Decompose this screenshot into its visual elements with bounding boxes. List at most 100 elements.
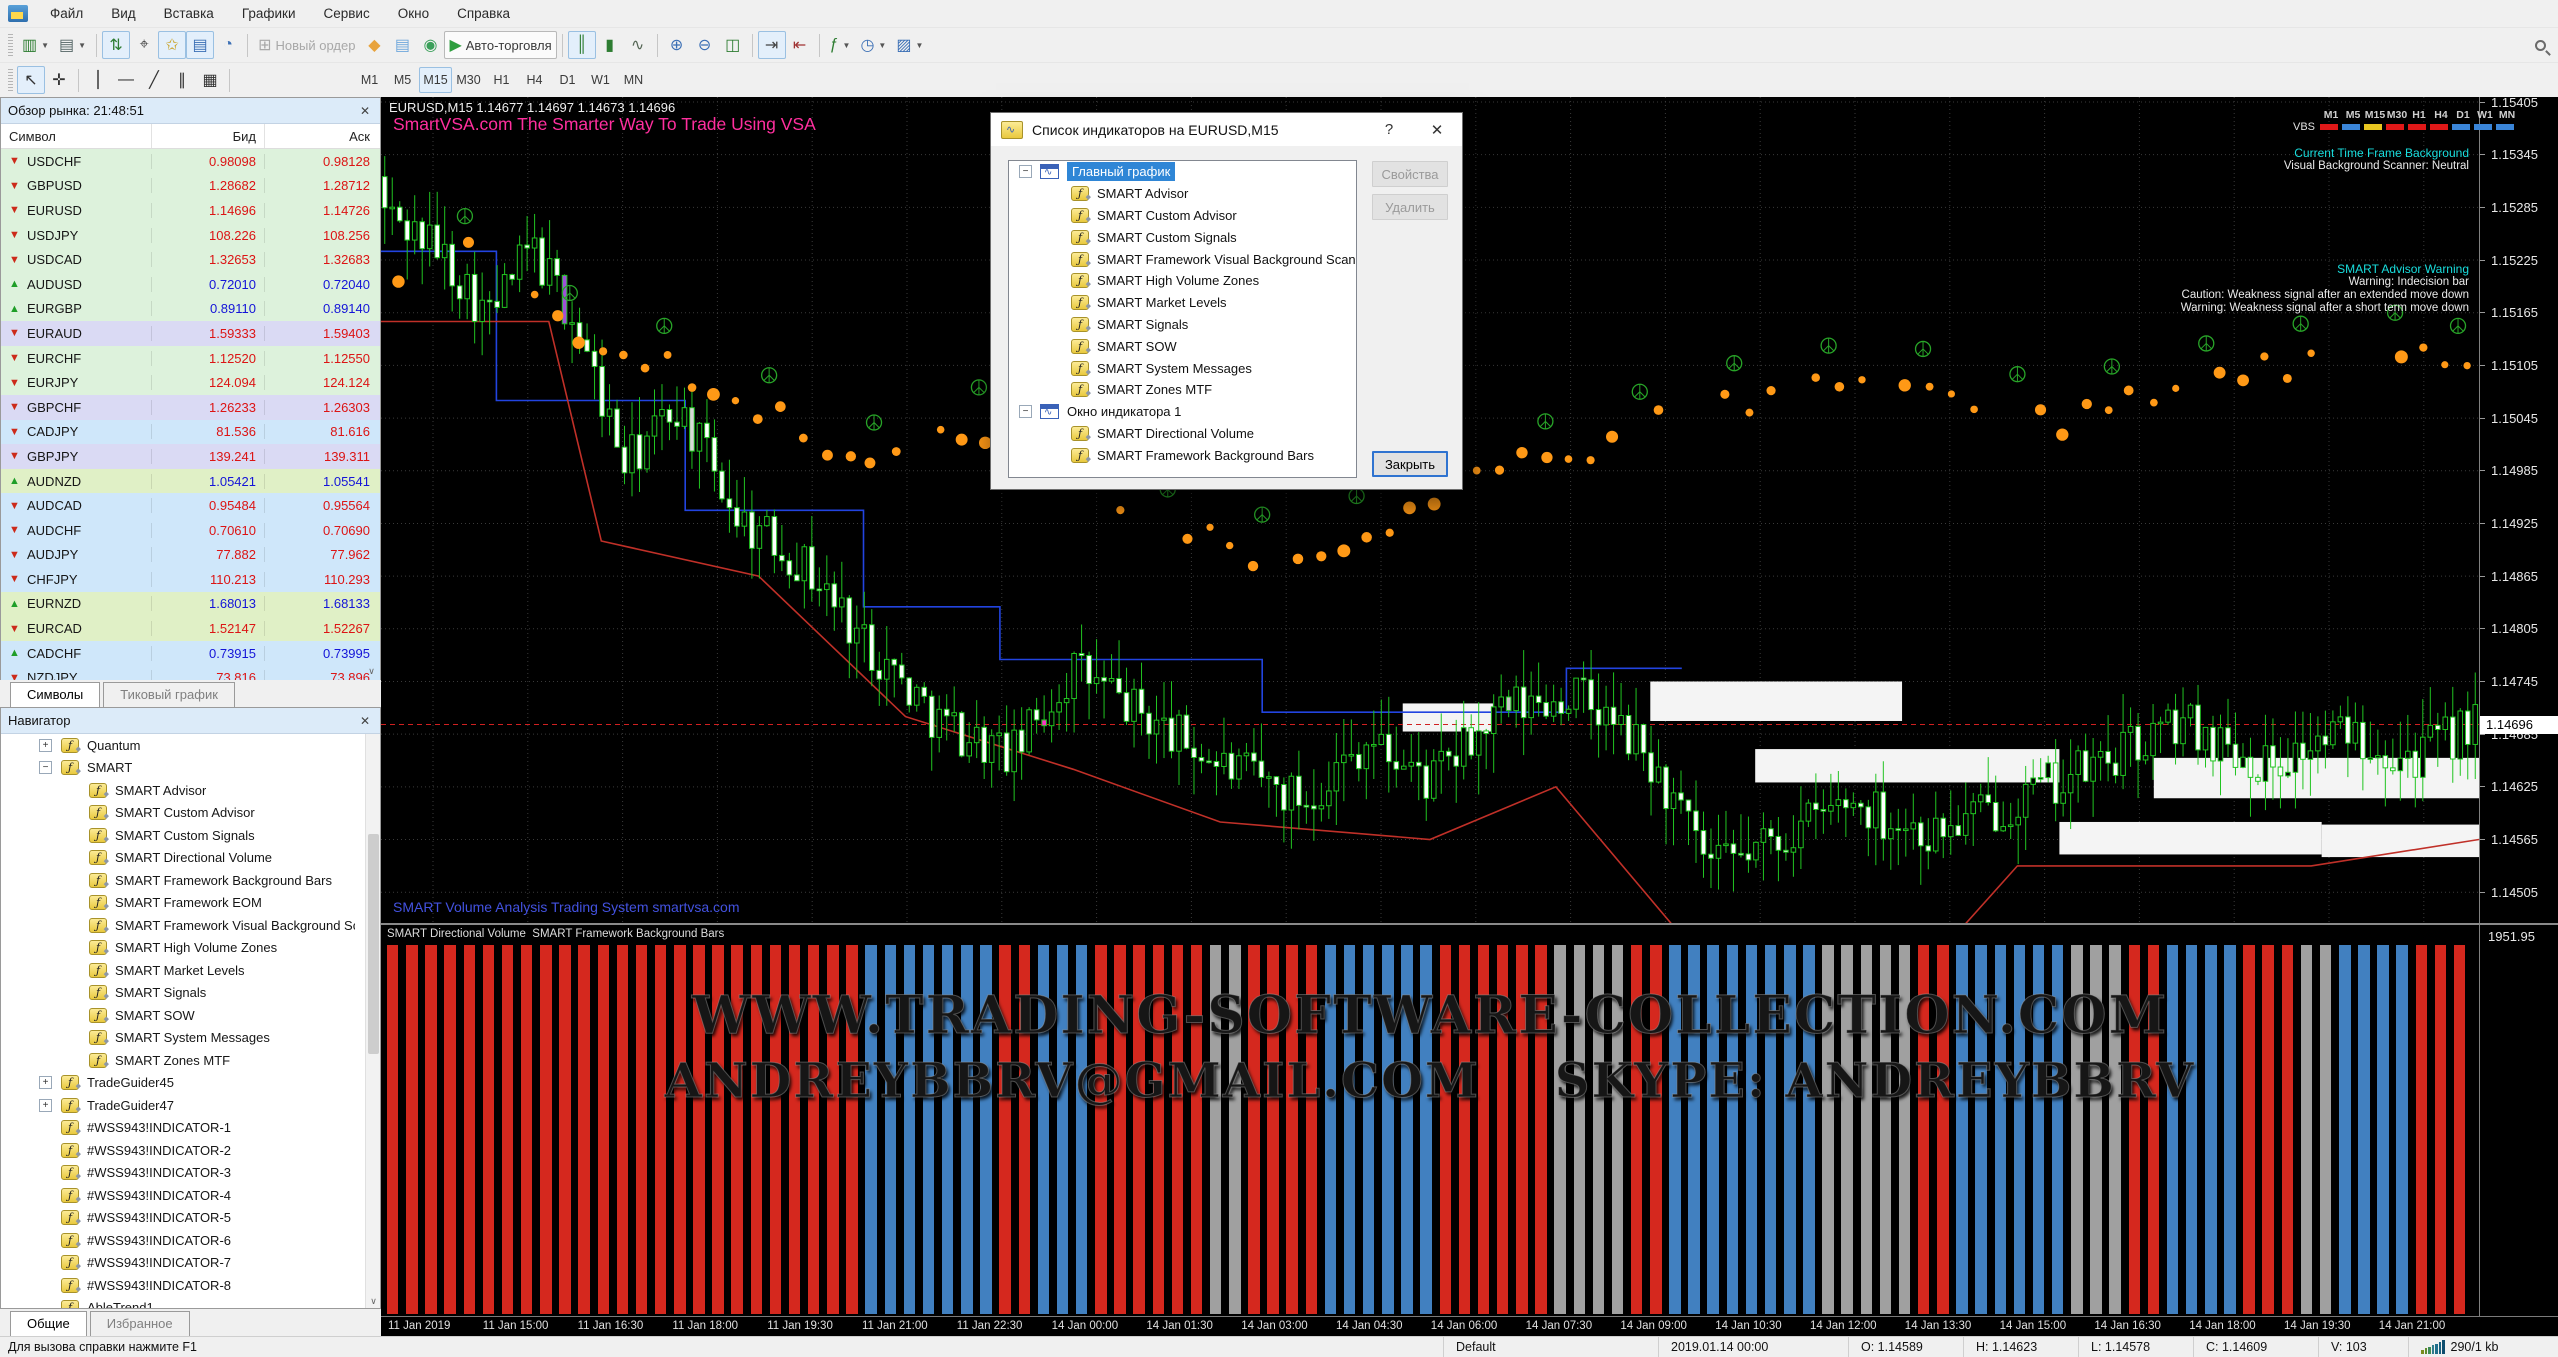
dialog-indicator-item[interactable]: ƒSMART Framework Visual Background Scann…	[1009, 248, 1356, 270]
navigator-item[interactable]: ƒ#WSS943!INDICATOR-3	[1, 1162, 380, 1185]
market-watch-row-AUDJPY[interactable]: ▼AUDJPY77.88277.962	[1, 543, 380, 568]
navigator-item[interactable]: ƒSMART Custom Signals	[1, 824, 380, 847]
dialog-indicator-item[interactable]: ƒSMART High Volume Zones	[1009, 270, 1356, 292]
collapse-minus-icon[interactable]: −	[1019, 165, 1032, 178]
expand-plus-icon[interactable]: +	[39, 739, 52, 752]
timeframe-H4[interactable]: H4	[518, 67, 551, 93]
auto-trading-button[interactable]: ▶Авто-торговля	[444, 31, 556, 59]
dialog-indicator-item[interactable]: ƒSMART Advisor	[1009, 183, 1356, 205]
templates-dropdown[interactable]: ▨▼	[891, 31, 928, 59]
market-watch-row-USDCAD[interactable]: ▼USDCAD1.326531.32683	[1, 247, 380, 272]
candle-chart-button[interactable]: ▮	[596, 31, 624, 59]
expand-plus-icon[interactable]: +	[39, 1076, 52, 1089]
column-ask[interactable]: Аск	[264, 124, 380, 148]
terminal-toggle[interactable]: ▤	[186, 31, 214, 59]
market-watch-row-NZDJPY[interactable]: ▼NZDJPY73.81673.896	[1, 665, 380, 680]
tab-Избранное[interactable]: Избранное	[90, 1311, 190, 1336]
navigator-item[interactable]: ƒ#WSS943!INDICATOR-1	[1, 1117, 380, 1140]
indicators-dropdown[interactable]: ƒ▼	[825, 31, 856, 59]
market-watch-row-EURJPY[interactable]: ▼EURJPY124.094124.124	[1, 370, 380, 395]
dialog-indicator-item[interactable]: ƒSMART Signals	[1009, 314, 1356, 336]
market-watch-row-AUDCHF[interactable]: ▼AUDCHF0.706100.70690	[1, 518, 380, 543]
navigator-item[interactable]: ƒ#WSS943!INDICATOR-8	[1, 1274, 380, 1297]
auto-scroll-toggle[interactable]: ⇥	[758, 31, 786, 59]
dialog-help-button[interactable]: ?	[1374, 121, 1404, 138]
zoom-out-button[interactable]: ⊖	[691, 31, 719, 59]
timeframe-M30[interactable]: M30	[452, 67, 485, 93]
column-bid[interactable]: Бид	[151, 124, 264, 148]
dialog-indicator-item[interactable]: ƒSMART System Messages	[1009, 357, 1356, 379]
search-button[interactable]	[2526, 31, 2554, 59]
price-scale[interactable]: 1.154051.153451.152851.152251.151651.151…	[2479, 97, 2558, 923]
dialog-indicator-item[interactable]: ƒSMART Market Levels	[1009, 292, 1356, 314]
navigator-scroll-down-icon[interactable]: ∨	[366, 1294, 381, 1308]
navigator-item[interactable]: ƒSMART Directional Volume	[1, 847, 380, 870]
market-watch-toggle[interactable]: ⇅	[102, 31, 130, 59]
cursor-button[interactable]: ↖	[17, 66, 45, 94]
tile-windows-button[interactable]: ◫	[719, 31, 747, 59]
market-watch-row-AUDCAD[interactable]: ▼AUDCAD0.954840.95564	[1, 493, 380, 518]
dialog-close-button[interactable]: ✕	[1422, 121, 1452, 139]
dialog-indicator-item[interactable]: ƒSMART Zones MTF	[1009, 379, 1356, 401]
dialog-indicator-item[interactable]: ƒSMART Framework Background Bars	[1009, 444, 1356, 466]
market-watch-row-EURGBP[interactable]: ▲EURGBP0.891100.89140	[1, 297, 380, 322]
market-watch-row-AUDUSD[interactable]: ▲AUDUSD0.720100.72040	[1, 272, 380, 297]
periods-dropdown[interactable]: ◷▼	[855, 31, 891, 59]
dialog-indicator-item[interactable]: −Окно индикатора 1	[1009, 401, 1356, 423]
timeframe-M15[interactable]: M15	[419, 67, 452, 93]
new-chart-button[interactable]: ▥▼	[17, 31, 54, 59]
navigator-item[interactable]: +ƒQuantum	[1, 734, 380, 757]
chart-profiles-button[interactable]: ▤▼	[54, 31, 91, 59]
market-watch-row-GBPUSD[interactable]: ▼GBPUSD1.286821.28712	[1, 174, 380, 199]
market-watch-row-USDJPY[interactable]: ▼USDJPY108.226108.256	[1, 223, 380, 248]
navigator-item[interactable]: ƒSMART Zones MTF	[1, 1049, 380, 1072]
market-watch-row-EURCHF[interactable]: ▼EURCHF1.125201.12550	[1, 346, 380, 371]
chart-shift-toggle[interactable]: ⇤	[786, 31, 814, 59]
market-watch-row-CHFJPY[interactable]: ▼CHFJPY110.213110.293	[1, 567, 380, 592]
tab-Символы[interactable]: Символы	[10, 682, 100, 707]
navigator-item[interactable]: +ƒTradeGuider47	[1, 1094, 380, 1117]
timeframe-MN[interactable]: MN	[617, 67, 650, 93]
market-watch-row-EURCAD[interactable]: ▼EURCAD1.521471.52267	[1, 616, 380, 641]
market-watch-scroll-down-icon[interactable]: ∨	[364, 664, 379, 678]
navigator-item[interactable]: ƒ#WSS943!INDICATOR-6	[1, 1229, 380, 1252]
dialog-indicator-item[interactable]: ƒSMART SOW	[1009, 335, 1356, 357]
timeframe-D1[interactable]: D1	[551, 67, 584, 93]
market-watch-row-GBPCHF[interactable]: ▼GBPCHF1.262331.26303	[1, 395, 380, 420]
navigator-item[interactable]: ƒSMART SOW	[1, 1004, 380, 1027]
signals-button[interactable]: ◉	[416, 31, 444, 59]
zoom-in-button[interactable]: ⊕	[663, 31, 691, 59]
tab-Тиковый график[interactable]: Тиковый график	[103, 682, 235, 707]
navigator-close-icon[interactable]: ✕	[357, 714, 373, 728]
menu-item-Графики[interactable]: Графики	[228, 2, 310, 25]
tab-Общие[interactable]: Общие	[10, 1311, 87, 1336]
navigator-item[interactable]: ƒSMART Advisor	[1, 779, 380, 802]
collapse-minus-icon[interactable]: −	[1019, 405, 1032, 418]
dialog-indicator-item[interactable]: ƒSMART Custom Advisor	[1009, 205, 1356, 227]
navigator-item[interactable]: ƒSMART Framework Visual Background Scann…	[1, 914, 380, 937]
data-window-toggle[interactable]: ⌖	[130, 31, 158, 59]
market-watch-row-GBPJPY[interactable]: ▼GBPJPY139.241139.311	[1, 444, 380, 469]
close-dialog-button[interactable]: Закрыть	[1372, 451, 1448, 477]
timeframe-H1[interactable]: H1	[485, 67, 518, 93]
bar-chart-button[interactable]: ║	[568, 31, 596, 59]
market-watch-row-CADJPY[interactable]: ▼CADJPY81.53681.616	[1, 420, 380, 445]
navigator-item[interactable]: −ƒSMART	[1, 757, 380, 780]
market-watch-row-EURAUD[interactable]: ▼EURAUD1.593331.59403	[1, 321, 380, 346]
navigator-item[interactable]: ƒSMART Framework Background Bars	[1, 869, 380, 892]
menu-item-Справка[interactable]: Справка	[443, 2, 524, 25]
navigator-item[interactable]: ƒSMART Signals	[1, 982, 380, 1005]
navigator-item[interactable]: ƒSMART System Messages	[1, 1027, 380, 1050]
crosshair-button[interactable]: ✛	[45, 66, 73, 94]
market-watch-close-icon[interactable]: ✕	[357, 104, 373, 118]
metaeditor-button[interactable]: ◆	[360, 31, 388, 59]
horizontal-line-button[interactable]: —	[112, 66, 140, 94]
time-axis[interactable]: 11 Jan 201911 Jan 15:0011 Jan 16:3011 Ja…	[381, 1316, 2558, 1336]
expand-plus-icon[interactable]: +	[39, 1099, 52, 1112]
navigator-item[interactable]: ƒ#WSS943!INDICATOR-7	[1, 1252, 380, 1275]
navigator-item[interactable]: ƒ#WSS943!INDICATOR-2	[1, 1139, 380, 1162]
navigator-scrollbar[interactable]: ∨	[365, 734, 380, 1308]
navigator-scrollbar-thumb[interactable]	[368, 834, 379, 1054]
market-watch-row-USDCHF[interactable]: ▼USDCHF0.980980.98128	[1, 149, 380, 174]
channel-button[interactable]: ∥	[168, 66, 196, 94]
